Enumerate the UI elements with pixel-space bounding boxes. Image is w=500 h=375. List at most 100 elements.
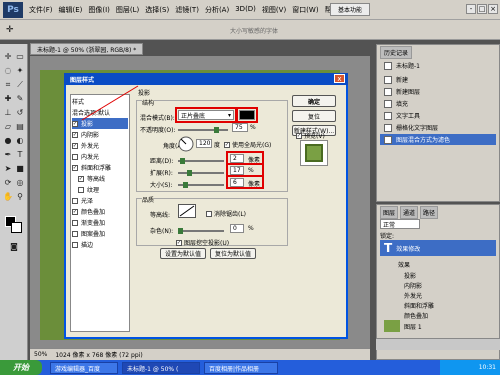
taskbar-item[interactable]: 百度相册|作品相册 xyxy=(204,362,278,374)
checkbox[interactable] xyxy=(206,210,212,217)
shadow-color-swatch[interactable] xyxy=(239,110,255,120)
taskbar-item-active[interactable]: 未标题-1 @ 50% ( xyxy=(122,362,200,374)
history-item[interactable]: 新建图层 xyxy=(380,86,496,97)
global-light-checkbox[interactable]: ✓ 使用全局光(G) xyxy=(224,140,271,149)
marquee-tool-icon[interactable]: ▭ xyxy=(15,52,25,62)
opacity-slider-knob[interactable] xyxy=(214,127,219,133)
eraser-tool-icon[interactable]: ▱ xyxy=(3,122,13,132)
checkbox[interactable]: ✓ xyxy=(176,239,182,246)
style-item-inner-shadow[interactable]: ✓ 内阴影 xyxy=(72,129,128,140)
healing-brush-icon[interactable]: ✚ xyxy=(3,94,13,104)
dodge-tool-icon[interactable]: ◐ xyxy=(15,136,25,146)
menu-filter[interactable]: 滤镜(T) xyxy=(172,5,202,15)
style-item-stroke[interactable]: 描边 xyxy=(72,239,128,250)
effect-item[interactable]: 投影 xyxy=(404,271,416,280)
text-layer-row[interactable]: T 效果修改 xyxy=(380,240,496,256)
make-default-button[interactable]: 设置为默认值 xyxy=(160,248,206,259)
pen-tool-icon[interactable]: ✒ xyxy=(3,150,13,160)
checkbox[interactable]: ✓ xyxy=(78,175,84,182)
contour-picker-icon[interactable] xyxy=(178,204,196,218)
history-item[interactable]: 填充 xyxy=(380,98,496,109)
antialias-checkbox[interactable]: 消除锯齿(L) xyxy=(206,209,246,218)
start-button[interactable]: 开始 xyxy=(0,360,42,375)
checkbox[interactable]: ✓ xyxy=(72,142,78,149)
reset-default-button[interactable]: 复位为默认值 xyxy=(210,248,256,259)
3d-rotate-icon[interactable]: ⟳ xyxy=(3,178,13,188)
style-item-texture[interactable]: 纹理 xyxy=(78,184,134,195)
workspace-button[interactable]: 基本功能 xyxy=(330,3,370,16)
quick-mask-icon[interactable]: ◙ xyxy=(9,242,19,252)
close-button[interactable]: × xyxy=(488,4,498,14)
noise-slider-knob[interactable] xyxy=(178,228,183,234)
crop-tool-icon[interactable]: ⌗ xyxy=(3,80,13,90)
opacity-slider[interactable] xyxy=(178,129,228,131)
layer-row[interactable]: 图层 1 xyxy=(380,318,496,334)
style-item-bevel[interactable]: ✓ 斜面和浮雕 xyxy=(72,162,128,173)
history-item[interactable]: 新建 xyxy=(380,74,496,85)
type-tool-icon[interactable]: T xyxy=(15,150,25,160)
ok-button[interactable]: 确定 xyxy=(292,95,336,107)
checkbox[interactable] xyxy=(78,186,84,193)
history-item-selected[interactable]: 图层混合方式为滤色 xyxy=(380,134,496,145)
style-item-inner-glow[interactable]: 内发光 xyxy=(72,151,128,162)
size-slider-knob[interactable] xyxy=(183,182,188,188)
style-item-gradient-overlay[interactable]: 渐变叠加 xyxy=(72,217,128,228)
menu-file[interactable]: 文件(F) xyxy=(26,5,56,15)
gradient-tool-icon[interactable]: ▤ xyxy=(15,122,25,132)
menu-edit[interactable]: 编辑(E) xyxy=(56,5,86,15)
noise-slider[interactable] xyxy=(178,230,224,232)
spread-slider[interactable] xyxy=(178,172,224,174)
checkbox[interactable]: ✓ xyxy=(224,141,230,148)
reset-button[interactable]: 复位 xyxy=(292,110,336,122)
checkbox[interactable]: ✓ xyxy=(72,164,78,171)
move-tool-icon[interactable]: ✛ xyxy=(3,52,13,62)
menu-layer[interactable]: 图层(L) xyxy=(113,5,142,15)
checkbox[interactable] xyxy=(72,219,78,226)
checkbox[interactable]: ✓ xyxy=(72,208,78,215)
style-item-satin[interactable]: 光泽 xyxy=(72,195,128,206)
style-item-color-overlay[interactable]: ✓ 颜色叠加 xyxy=(72,206,128,217)
preview-checkbox[interactable]: ✓ 预览(V) xyxy=(296,131,325,140)
history-tab[interactable]: 历史记录 xyxy=(380,46,413,59)
spread-slider-knob[interactable] xyxy=(187,170,192,176)
minimize-button[interactable]: - xyxy=(466,4,476,14)
stamp-tool-icon[interactable]: ⊥ xyxy=(3,108,13,118)
zoom-tool-icon[interactable]: ⚲ xyxy=(15,192,25,202)
knockout-checkbox[interactable]: ✓ 图层挖空投影(U) xyxy=(176,238,229,247)
move-tool-icon[interactable]: ✛ xyxy=(6,25,14,35)
document-tab[interactable]: 未标题-1 @ 50% (浙翠园, RGB/8) * xyxy=(30,43,144,55)
history-item[interactable]: 文字工具 xyxy=(380,110,496,121)
history-brush-icon[interactable]: ↺ xyxy=(15,108,25,118)
checkbox[interactable] xyxy=(72,241,78,248)
tab-channels[interactable]: 通道 xyxy=(400,206,419,219)
checkbox[interactable]: ✓ xyxy=(296,132,302,139)
dialog-close-icon[interactable]: x xyxy=(334,74,345,83)
path-select-icon[interactable]: ➤ xyxy=(3,164,13,174)
effect-item[interactable]: 外发光 xyxy=(404,291,422,300)
blur-tool-icon[interactable]: ● xyxy=(3,136,13,146)
menu-image[interactable]: 图像(I) xyxy=(85,5,113,15)
lasso-tool-icon[interactable]: ◌ xyxy=(3,66,13,76)
history-item[interactable]: 栅格化文字图层 xyxy=(380,122,496,133)
menu-analysis[interactable]: 分析(A) xyxy=(202,5,232,15)
maximize-button[interactable]: □ xyxy=(477,4,487,14)
opacity-input[interactable]: 75 xyxy=(232,123,248,132)
checkbox[interactable]: ✓ xyxy=(72,120,78,127)
effect-item[interactable]: 内阴影 xyxy=(404,281,422,290)
tab-layers[interactable]: 图层 xyxy=(380,206,399,219)
layer-blend-select[interactable]: 正常 xyxy=(380,219,420,229)
tab-paths[interactable]: 路径 xyxy=(420,206,439,219)
checkbox[interactable] xyxy=(72,230,78,237)
taskbar-item[interactable]: 游戏编辑器_百度 xyxy=(50,362,118,374)
menu-select[interactable]: 选择(S) xyxy=(142,5,172,15)
menu-window[interactable]: 窗口(W) xyxy=(289,5,321,15)
menu-view[interactable]: 视图(V) xyxy=(259,5,289,15)
menu-3d[interactable]: 3D(D) xyxy=(232,5,259,15)
angle-dial-icon[interactable] xyxy=(178,136,194,152)
noise-input[interactable]: 0 xyxy=(230,224,244,233)
angle-input[interactable]: 120 xyxy=(196,139,212,148)
effect-item[interactable]: 斜面和浮雕 xyxy=(404,301,434,310)
hand-tool-icon[interactable]: ✋ xyxy=(3,192,13,202)
background-color-swatch[interactable] xyxy=(11,222,22,233)
shape-tool-icon[interactable]: ■ xyxy=(15,164,25,174)
